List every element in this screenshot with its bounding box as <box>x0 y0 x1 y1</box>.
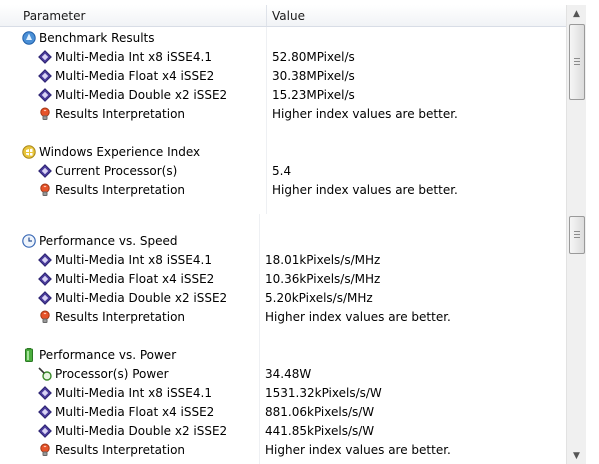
result-row[interactable]: Multi-Media Int x8 iSSE4.1 18.01kPixels/s… <box>0 251 566 270</box>
cpu-diamond-icon <box>38 253 52 267</box>
parameter-value: 18.01kPixels/s/MHz <box>265 253 381 267</box>
result-row[interactable]: Current Processor(s) 5.4 <box>0 162 566 181</box>
parameter-label: Results Interpretation <box>55 310 186 324</box>
parameter-label: Multi-Media Double x2 iSSE2 <box>55 424 228 438</box>
cpu-diamond-icon <box>38 405 52 419</box>
parameter-value: 881.06kPixels/s/W <box>265 405 375 419</box>
result-row[interactable]: Results Interpretation Higher index value… <box>0 105 566 124</box>
parameter-label: Results Interpretation <box>55 183 186 197</box>
result-row[interactable]: Multi-Media Double x2 iSSE2 5.20kPixels/s… <box>0 289 566 308</box>
parameter-value: 15.23MPixel/s <box>272 88 355 102</box>
lightbulb-icon <box>38 107 52 121</box>
group-header[interactable]: Benchmark Results <box>0 29 566 48</box>
column-divider[interactable] <box>266 5 267 26</box>
power-probe-icon <box>38 367 52 381</box>
group-header[interactable]: Performance vs. Power <box>0 346 566 365</box>
benchmark-icon <box>22 31 36 45</box>
parameter-label: Current Processor(s) <box>55 164 178 178</box>
parameter-value: 30.38MPixel/s <box>272 69 355 83</box>
scroll-thumb[interactable] <box>569 216 585 254</box>
cpu-diamond-icon <box>38 88 52 102</box>
window-edge <box>586 0 599 464</box>
cpu-diamond-icon <box>38 69 52 83</box>
group-title: Windows Experience Index <box>39 145 201 159</box>
parameter-label: Processor(s) Power <box>55 367 169 381</box>
parameter-value: 5.20kPixels/s/MHz <box>265 291 373 305</box>
result-row[interactable]: Multi-Media Float x4 iSSE2 30.38MPixel/s <box>0 67 566 86</box>
cpu-diamond-icon <box>38 164 52 178</box>
cpu-diamond-icon <box>38 424 52 438</box>
scroll-up-arrow-icon[interactable]: ▲ <box>570 8 583 21</box>
results-list-top-pane: Parameter Value Benchmark Results Multi-M… <box>0 0 599 214</box>
cpu-diamond-icon <box>38 386 52 400</box>
battery-icon <box>22 348 36 362</box>
parameter-value: 34.48W <box>265 367 312 381</box>
parameter-label: Multi-Media Float x4 iSSE2 <box>55 405 215 419</box>
lightbulb-icon <box>38 183 52 197</box>
result-row[interactable]: Results Interpretation Higher index value… <box>0 308 566 327</box>
parameter-value: Higher index values are better. <box>272 107 458 121</box>
parameter-label: Results Interpretation <box>55 107 186 121</box>
list-header: Parameter Value <box>0 5 566 27</box>
results-list-bottom-pane: Performance vs. Speed Multi-Media Int x8 … <box>0 214 599 464</box>
cpu-diamond-icon <box>38 50 52 64</box>
result-row[interactable]: Processor(s) Power 34.48W <box>0 365 566 384</box>
parameter-value: Higher index values are better. <box>272 183 458 197</box>
group-title: Performance vs. Power <box>39 348 177 362</box>
parameter-value: 5.4 <box>272 164 292 178</box>
parameter-value: Higher index values are better. <box>265 443 451 457</box>
parameter-label: Results Interpretation <box>55 443 186 457</box>
parameter-column-header[interactable]: Parameter <box>23 9 85 23</box>
value-column-header[interactable]: Value <box>272 9 305 23</box>
result-row[interactable]: Multi-Media Int x8 iSSE4.1 1531.32kPixels… <box>0 384 566 403</box>
result-row[interactable]: Multi-Media Int x8 iSSE4.1 52.80MPixel/s <box>0 48 566 67</box>
parameter-value: 10.36kPixels/s/MHz <box>265 272 381 286</box>
parameter-label: Multi-Media Int x8 iSSE4.1 <box>55 50 212 64</box>
lightbulb-icon <box>38 310 52 324</box>
cpu-diamond-icon <box>38 291 52 305</box>
result-row[interactable]: Multi-Media Float x4 iSSE2 881.06kPixels/… <box>0 403 566 422</box>
parameter-value: 441.85kPixels/s/W <box>265 424 375 438</box>
clock-icon <box>22 234 36 248</box>
scroll-down-arrow-icon[interactable]: ▼ <box>570 450 583 463</box>
result-row[interactable]: Multi-Media Float x4 iSSE2 10.36kPixels/s… <box>0 270 566 289</box>
parameter-label: Multi-Media Double x2 iSSE2 <box>55 291 228 305</box>
result-row[interactable]: Results Interpretation Higher index value… <box>0 441 566 460</box>
parameter-value: 1531.32kPixels/s/W <box>265 386 382 400</box>
top-scrollbar[interactable]: ▲ <box>566 5 586 214</box>
result-row[interactable]: Results Interpretation Higher index value… <box>0 181 566 200</box>
group-title: Performance vs. Speed <box>39 234 178 248</box>
windows-experience-icon <box>22 145 36 159</box>
result-row[interactable]: Multi-Media Double x2 iSSE2 15.23MPixel/s <box>0 86 566 105</box>
bottom-scrollbar[interactable]: ▼ <box>566 214 586 464</box>
scroll-thumb[interactable] <box>569 24 585 100</box>
group-header[interactable]: Performance vs. Speed <box>0 232 566 251</box>
parameter-label: Multi-Media Double x2 iSSE2 <box>55 88 228 102</box>
group-title: Benchmark Results <box>39 31 155 45</box>
result-row[interactable]: Multi-Media Double x2 iSSE2 441.85kPixels… <box>0 422 566 441</box>
group-header[interactable]: Windows Experience Index <box>0 143 566 162</box>
parameter-label: Multi-Media Float x4 iSSE2 <box>55 69 215 83</box>
parameter-value: 52.80MPixel/s <box>272 50 355 64</box>
parameter-label: Multi-Media Int x8 iSSE4.1 <box>55 386 212 400</box>
cpu-diamond-icon <box>38 272 52 286</box>
parameter-label: Multi-Media Int x8 iSSE4.1 <box>55 253 212 267</box>
parameter-value: Higher index values are better. <box>265 310 451 324</box>
parameter-label: Multi-Media Float x4 iSSE2 <box>55 272 215 286</box>
lightbulb-icon <box>38 443 52 457</box>
